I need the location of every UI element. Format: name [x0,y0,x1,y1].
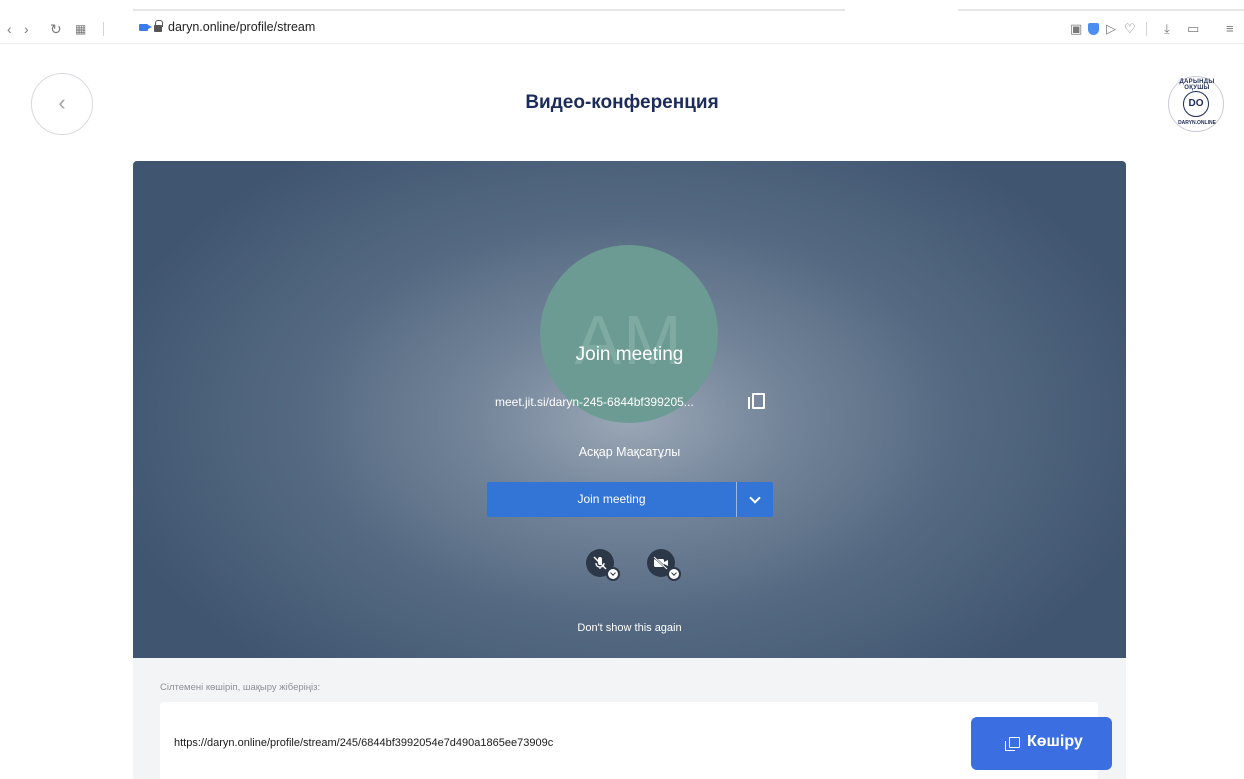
dont-show-again-link[interactable]: Don't show this again [513,622,746,634]
microphone-off-icon [593,556,607,570]
tab-strip [133,9,845,11]
grid-icon[interactable]: ▦ [75,22,86,36]
copy-icon[interactable] [748,393,765,409]
camera-toggle[interactable] [647,549,681,581]
logo-mark: DO [1183,91,1209,117]
camera-options-icon[interactable] [667,567,681,581]
menu-icon[interactable]: ≡ [1226,22,1234,35]
copy-link-button[interactable]: Көшіру [971,717,1112,770]
microphone-options-icon[interactable] [606,567,620,581]
address-url[interactable]: daryn.online/profile/stream [168,20,315,34]
page-title: Видео-конференция [525,92,719,113]
logo-arc-bottom: DARYN.ONLINE [1178,120,1216,126]
join-meeting-label[interactable]: Join meeting [487,482,736,517]
tab-strip-right [958,9,1244,11]
copy-link-label[interactable]: Көшіру [1027,733,1083,751]
shield-icon[interactable] [1088,23,1099,35]
back-nav-icon[interactable]: ‹ [7,22,12,36]
chevron-left-icon: ‹ [58,90,66,115]
share-link-section: Сілтемені көшіріп, шақыру жіберіңіз: htt… [133,658,1126,779]
join-meeting-button[interactable]: Join meeting [487,482,773,517]
share-link-box: https://daryn.online/profile/stream/245/… [160,702,1112,779]
toolbar-separator [103,22,104,36]
forward-nav-icon[interactable]: › [24,22,29,36]
chevron-down-icon[interactable] [737,482,773,517]
join-meeting-title: Join meeting [575,344,684,365]
share-link-url[interactable]: https://daryn.online/profile/stream/245/… [174,737,553,749]
camera-icon [139,23,152,31]
download-icon[interactable]: ⤓ [1164,22,1170,35]
copy-icon [1005,737,1020,751]
address-bar[interactable]: daryn.online/profile/stream [139,20,315,34]
lock-icon [154,20,163,32]
display-name[interactable]: Асқар Мақсатұлы [513,445,746,459]
video-conference-panel: AM Join meeting meet.jit.si/daryn-245-68… [133,161,1126,658]
logo-arc-top: ДАРЫНДЫ ОҚУШЫ [1179,79,1215,91]
heart-icon[interactable]: ♡ [1124,22,1136,35]
battery-icon[interactable]: ▭ [1187,22,1199,35]
logo[interactable]: ДАРЫНДЫ ОҚУШЫ DO DARYN.ONLINE [1168,76,1224,132]
play-icon[interactable]: ▷ [1106,22,1116,35]
back-button[interactable]: ‹ [31,73,93,135]
share-instructions: Сілтемені көшіріп, шақыру жіберіңіз: [160,682,321,693]
microphone-toggle[interactable] [586,549,620,581]
meeting-url: meet.jit.si/daryn-245-6844bf399205... [495,395,694,409]
toolbar-separator-2 [1146,22,1147,36]
reload-icon[interactable]: ↻ [50,22,62,36]
screenshot-icon[interactable]: ▣ [1070,22,1082,35]
browser-toolbar: ‹ › ↻ ▦ daryn.online/profile/stream ▣ ▷ … [0,0,1244,44]
camera-off-icon [653,556,668,570]
